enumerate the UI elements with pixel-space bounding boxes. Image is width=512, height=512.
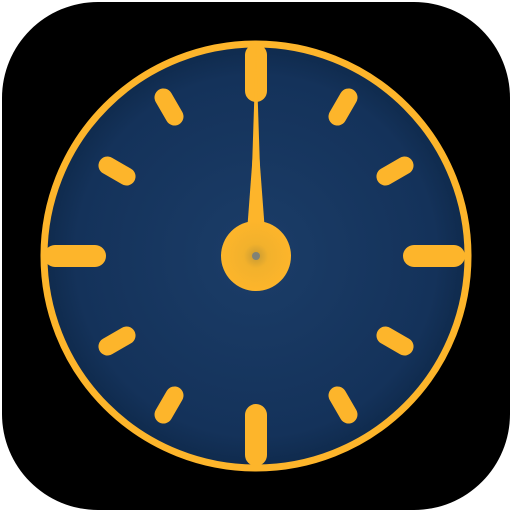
- clock-app-icon[interactable]: [0, 0, 512, 512]
- clock-icon-graphic: [2, 2, 510, 510]
- marker-6: [245, 404, 267, 466]
- marker-3: [403, 245, 465, 267]
- marker-9: [44, 245, 106, 267]
- center-pin: [252, 252, 260, 260]
